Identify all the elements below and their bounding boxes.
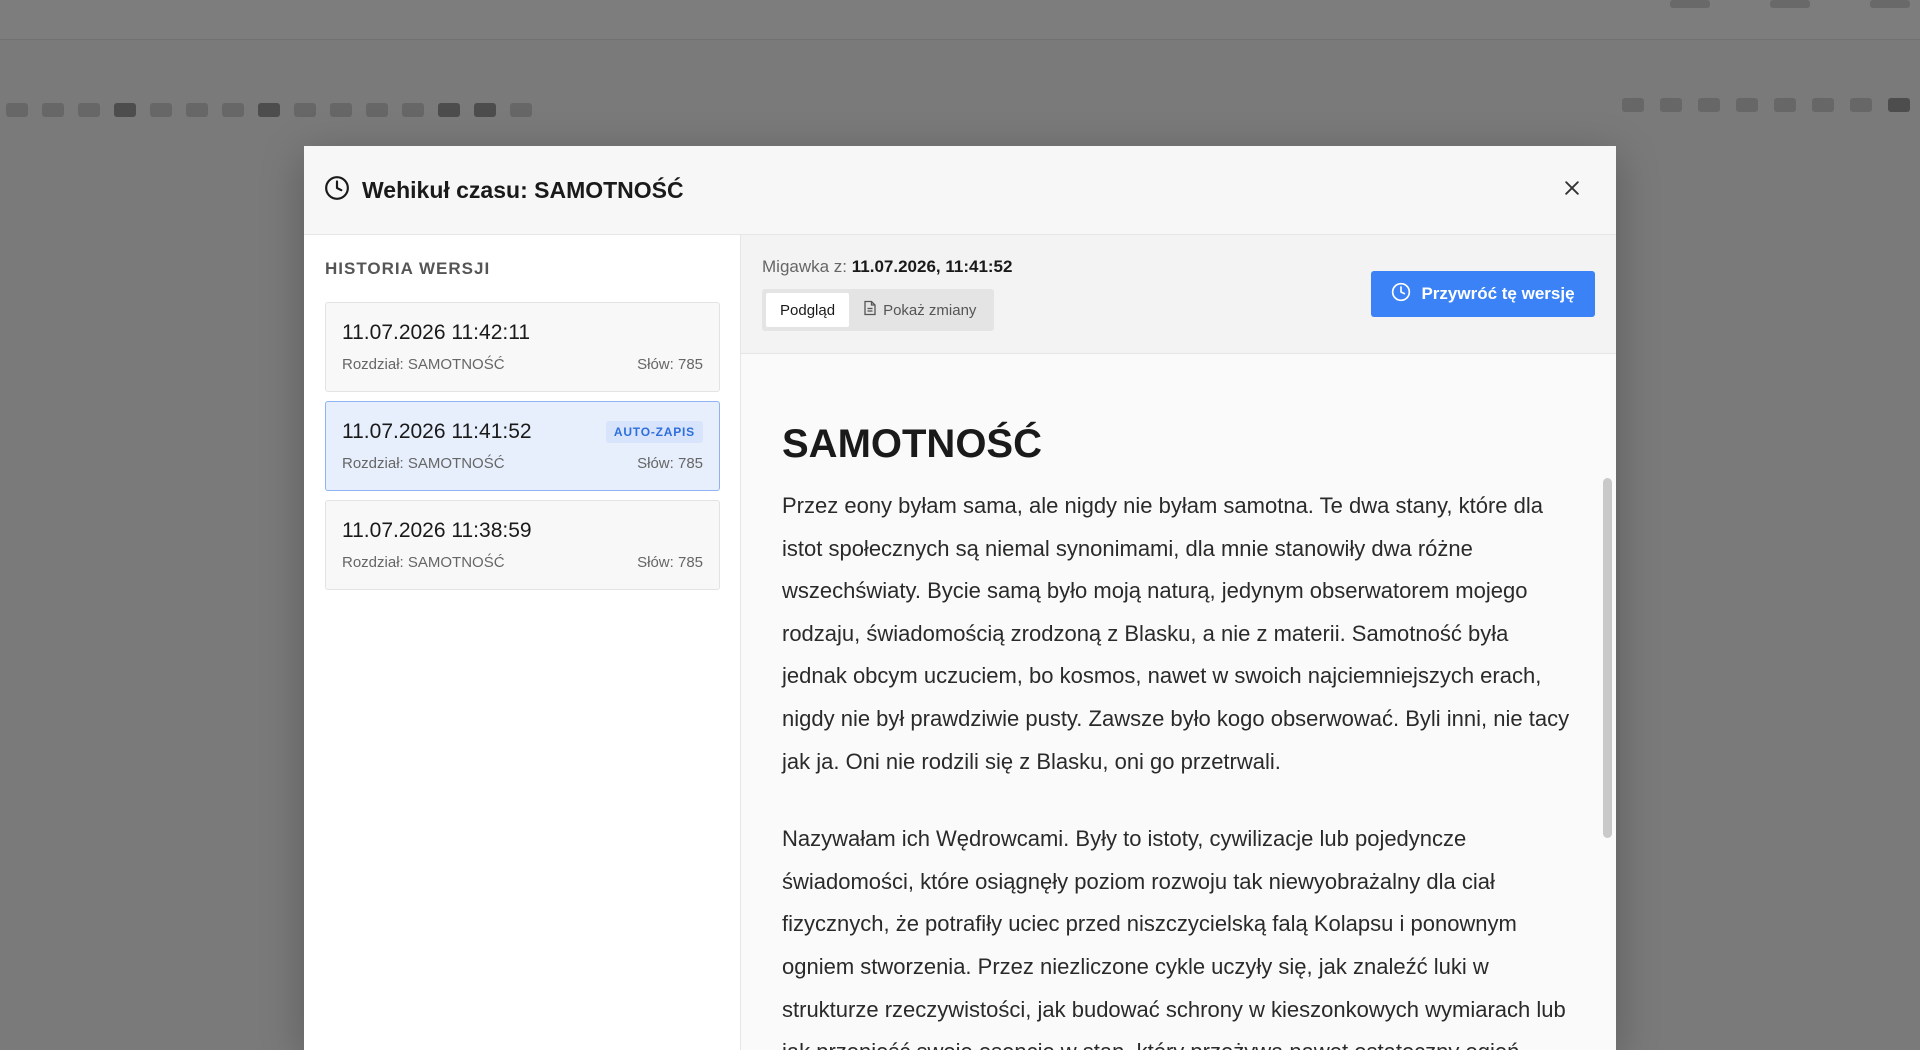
modal-body: HISTORIA WERSJI 11.07.2026 11:42:11 Rozd… bbox=[304, 235, 1616, 1050]
version-chapter: Rozdział: SAMOTNOŚĆ bbox=[342, 356, 505, 373]
version-word-count: Słów: 785 bbox=[637, 356, 703, 373]
clock-icon bbox=[324, 175, 350, 206]
sidebar-title: HISTORIA WERSJI bbox=[325, 259, 491, 278]
preview-header: Migawka z: 11.07.2026, 11:41:52 Podgląd bbox=[741, 235, 1616, 354]
restore-version-label: Przywróć tę wersję bbox=[1421, 284, 1575, 303]
version-item[interactable]: 11.07.2026 11:38:59 Rozdział: SAMOTNOŚĆ … bbox=[325, 500, 720, 590]
document-paragraph: Nazywałam ich Wędrowcami. Były to istoty… bbox=[782, 826, 1566, 1050]
clock-icon bbox=[1391, 282, 1411, 307]
version-word-count: Słów: 785 bbox=[637, 554, 703, 571]
restore-version-button[interactable]: Przywróć tę wersję bbox=[1371, 271, 1595, 317]
snapshot-timestamp: 11.07.2026, 11:41:52 bbox=[851, 257, 1013, 276]
version-date: 11.07.2026 11:38:59 bbox=[342, 519, 532, 542]
version-history-sidebar: HISTORIA WERSJI 11.07.2026 11:42:11 Rozd… bbox=[304, 235, 741, 1050]
close-icon bbox=[1562, 178, 1582, 203]
document-paragraph: Przez eony byłam sama, ale nigdy nie był… bbox=[782, 493, 1570, 774]
version-item-selected[interactable]: 11.07.2026 11:41:52 AUTO-ZAPIS Rozdział:… bbox=[325, 401, 720, 491]
document-icon bbox=[863, 300, 877, 320]
view-tabs: Podgląd Pokaż zmiany bbox=[762, 289, 995, 331]
document-title: SAMOTNOŚĆ bbox=[782, 422, 1042, 466]
snapshot-label: Migawka z: bbox=[762, 257, 848, 276]
version-date: 11.07.2026 11:42:11 bbox=[342, 321, 531, 344]
document-preview: SAMOTNOŚĆ Przez eony byłam sama, ale nig… bbox=[741, 354, 1616, 1050]
version-chapter: Rozdział: SAMOTNOŚĆ bbox=[342, 554, 505, 571]
version-word-count: Słów: 785 bbox=[637, 455, 703, 472]
modal-title: Wehikuł czasu: SAMOTNOŚĆ bbox=[362, 176, 684, 203]
tab-preview-label: Podgląd bbox=[780, 301, 836, 319]
version-chapter: Rozdział: SAMOTNOŚĆ bbox=[342, 455, 505, 472]
modal-header: Wehikuł czasu: SAMOTNOŚĆ bbox=[304, 146, 1616, 235]
tab-show-changes-label: Pokaż zmiany bbox=[883, 301, 977, 319]
version-preview-panel: Migawka z: 11.07.2026, 11:41:52 Podgląd bbox=[741, 235, 1616, 1050]
tab-preview[interactable]: Podgląd bbox=[766, 293, 850, 327]
close-button[interactable] bbox=[1560, 178, 1584, 202]
version-item[interactable]: 11.07.2026 11:42:11 Rozdział: SAMOTNOŚĆ … bbox=[325, 302, 720, 392]
tab-show-changes[interactable]: Pokaż zmiany bbox=[849, 293, 990, 327]
time-machine-modal: Wehikuł czasu: SAMOTNOŚĆ HISTORIA WERSJI… bbox=[304, 146, 1616, 1050]
auto-save-badge: AUTO-ZAPIS bbox=[605, 421, 703, 443]
preview-scrollbar[interactable] bbox=[1603, 478, 1612, 838]
